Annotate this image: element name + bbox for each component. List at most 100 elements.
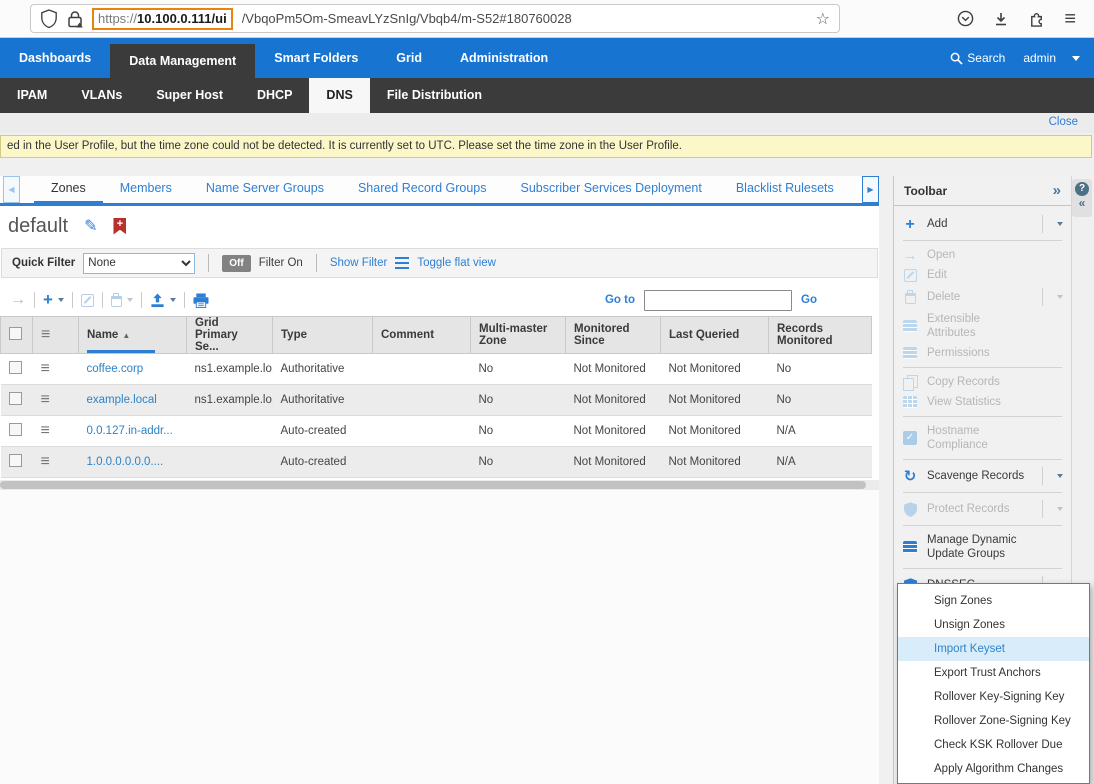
row-checkbox[interactable] — [9, 454, 22, 467]
column-header-name[interactable]: Name▲ — [79, 317, 187, 354]
help-icon[interactable]: ? — [1075, 182, 1089, 196]
scavenge-menu-caret-icon[interactable] — [1042, 467, 1063, 485]
sort-asc-icon: ▲ — [122, 331, 130, 340]
column-header-grid-primary[interactable]: Grid Primary Se... — [187, 317, 273, 354]
scrollbar-thumb[interactable] — [0, 481, 866, 489]
row-checkbox[interactable] — [9, 361, 22, 374]
tab-zones[interactable]: Zones — [34, 176, 103, 203]
column-header-multi-master[interactable]: Multi-master Zone — [471, 317, 566, 354]
menu-item-unsign-zones[interactable]: Unsign Zones — [898, 613, 1089, 637]
toolbar-item-add[interactable]: + Add — [894, 212, 1071, 236]
menu-item-check-ksk-rollover-due[interactable]: Check KSK Rollover Due — [898, 733, 1089, 757]
url-bar[interactable]: https://10.100.0.111/ui /VbqoPm5Om-Smeav… — [30, 4, 840, 33]
toggle-flat-view-link[interactable]: Toggle flat view — [417, 257, 496, 269]
delete-icon — [111, 296, 122, 307]
subnav-item-ipam[interactable]: IPAM — [0, 78, 64, 113]
edit-title-icon[interactable]: ✎ — [84, 216, 97, 236]
column-menu-icon[interactable]: ≡ — [41, 326, 50, 343]
nav-item-smart-folders[interactable]: Smart Folders — [255, 38, 377, 78]
column-header-last-queried[interactable]: Last Queried — [661, 317, 769, 354]
toggle-flat-view-icon[interactable] — [395, 257, 409, 269]
table-row[interactable]: ≡ coffee.corp ns1.example.lo... Authorit… — [1, 354, 872, 385]
row-menu-icon[interactable]: ≡ — [41, 360, 50, 377]
bookmark-star-icon[interactable]: ☆ — [816, 9, 830, 29]
copy-icon — [903, 375, 917, 389]
filter-off-button[interactable]: Off — [222, 255, 250, 272]
column-header-records-monitored[interactable]: Records Monitored — [769, 317, 872, 354]
global-search[interactable]: Search — [950, 51, 1005, 65]
menu-item-sign-zones[interactable]: Sign Zones — [898, 589, 1089, 613]
horizontal-scrollbar[interactable] — [0, 480, 879, 490]
select-all-checkbox[interactable] — [9, 327, 22, 340]
go-button[interactable]: Go — [801, 294, 817, 306]
browser-menu-icon[interactable]: ≡ — [1064, 9, 1076, 29]
subnav-item-dns[interactable]: DNS — [309, 78, 369, 113]
download-icon[interactable] — [993, 11, 1009, 27]
bookmark-add-icon[interactable]: + — [113, 218, 126, 235]
nav-item-dashboards[interactable]: Dashboards — [0, 38, 110, 78]
column-header-type[interactable]: Type — [273, 317, 373, 354]
nav-item-grid[interactable]: Grid — [377, 38, 441, 78]
tab-members[interactable]: Members — [103, 176, 189, 203]
menu-item-rollover-key-signing-key[interactable]: Rollover Key-Signing Key — [898, 685, 1089, 709]
subnav-item-super-host[interactable]: Super Host — [139, 78, 240, 113]
subnav-item-dhcp[interactable]: DHCP — [240, 78, 309, 113]
browser-toolbar: https://10.100.0.111/ui /VbqoPm5Om-Smeav… — [0, 0, 1094, 38]
delete-menu-caret-icon — [1042, 288, 1063, 306]
tabs-scroll-left-icon[interactable]: ◀ — [3, 176, 20, 203]
tab-subscriber-services-deployment[interactable]: Subscriber Services Deployment — [504, 176, 719, 203]
export-caret-icon[interactable] — [170, 298, 176, 302]
print-icon[interactable] — [193, 293, 209, 308]
pocket-icon[interactable] — [957, 10, 974, 27]
toolbar-expand-icon[interactable]: » — [1053, 182, 1061, 199]
export-icon[interactable] — [150, 293, 165, 308]
row-checkbox[interactable] — [9, 423, 22, 436]
collapse-panel-icon[interactable]: « — [1079, 197, 1086, 209]
user-menu[interactable]: admin — [1023, 51, 1056, 65]
add-icon[interactable]: + — [43, 293, 53, 307]
zone-link[interactable]: coffee.corp — [87, 363, 144, 375]
tab-name-server-groups[interactable]: Name Server Groups — [189, 176, 341, 203]
toolbar-item-manage-dynamic-update-groups[interactable]: Manage Dynamic Update Groups — [894, 530, 1071, 564]
menu-item-export-trust-anchors[interactable]: Export Trust Anchors — [898, 661, 1089, 685]
subnav-item-vlans[interactable]: VLANs — [64, 78, 139, 113]
toolbar-item-view-statistics: View Statistics — [894, 392, 1071, 412]
close-link[interactable]: Close — [1049, 116, 1078, 128]
menu-item-rollover-zone-signing-key[interactable]: Rollover Zone-Signing Key — [898, 709, 1089, 733]
main-panel: Zones Members Name Server Groups Shared … — [0, 176, 879, 784]
shield-icon[interactable] — [40, 9, 58, 29]
goto-input[interactable] — [644, 290, 792, 311]
column-header-comment[interactable]: Comment — [373, 317, 471, 354]
user-caret-icon[interactable] — [1072, 56, 1080, 61]
quick-filter-select[interactable]: None — [83, 253, 195, 274]
table-row[interactable]: ≡ 0.0.127.in-addr... Auto-created No Not… — [1, 416, 872, 447]
row-menu-icon[interactable]: ≡ — [41, 391, 50, 408]
toolbar-item-scavenge-records[interactable]: ↻ Scavenge Records — [894, 464, 1071, 488]
row-checkbox[interactable] — [9, 392, 22, 405]
menu-item-apply-algorithm-changes[interactable]: Apply Algorithm Changes — [898, 757, 1089, 781]
menu-item-import-keyset[interactable]: Import Keyset — [898, 637, 1089, 661]
divider — [208, 254, 209, 272]
add-caret-icon[interactable] — [58, 298, 64, 302]
subnav-item-file-distribution[interactable]: File Distribution — [370, 78, 499, 113]
zone-link[interactable]: 1.0.0.0.0.0.0.... — [87, 456, 164, 468]
url-highlight: https://10.100.0.111/ui — [92, 8, 233, 30]
show-filter-link[interactable]: Show Filter — [330, 257, 388, 269]
row-menu-icon[interactable]: ≡ — [41, 453, 50, 470]
add-menu-caret-icon[interactable] — [1042, 215, 1063, 233]
zone-link[interactable]: example.local — [87, 394, 157, 406]
nav-item-administration[interactable]: Administration — [441, 38, 567, 78]
nav-item-data-management[interactable]: Data Management — [110, 44, 255, 78]
table-row[interactable]: ≡ example.local ns1.example.lo... Author… — [1, 385, 872, 416]
row-menu-icon[interactable]: ≡ — [41, 422, 50, 439]
zone-link[interactable]: 0.0.127.in-addr... — [87, 425, 173, 437]
extensions-puzzle-icon[interactable] — [1028, 10, 1045, 27]
tabs-scroll-right-icon[interactable]: ▶ — [862, 176, 879, 203]
lock-warning-icon[interactable] — [67, 10, 83, 28]
table-row[interactable]: ≡ 1.0.0.0.0.0.0.... Auto-created No Not … — [1, 447, 872, 478]
tab-blacklist-rulesets[interactable]: Blacklist Rulesets — [719, 176, 851, 203]
banner-wrap: ed in the User Profile, but the time zon… — [0, 133, 1094, 162]
column-header-monitored-since[interactable]: Monitored Since — [566, 317, 661, 354]
tab-shared-record-groups[interactable]: Shared Record Groups — [341, 176, 504, 203]
timezone-warning-banner: ed in the User Profile, but the time zon… — [0, 135, 1092, 158]
